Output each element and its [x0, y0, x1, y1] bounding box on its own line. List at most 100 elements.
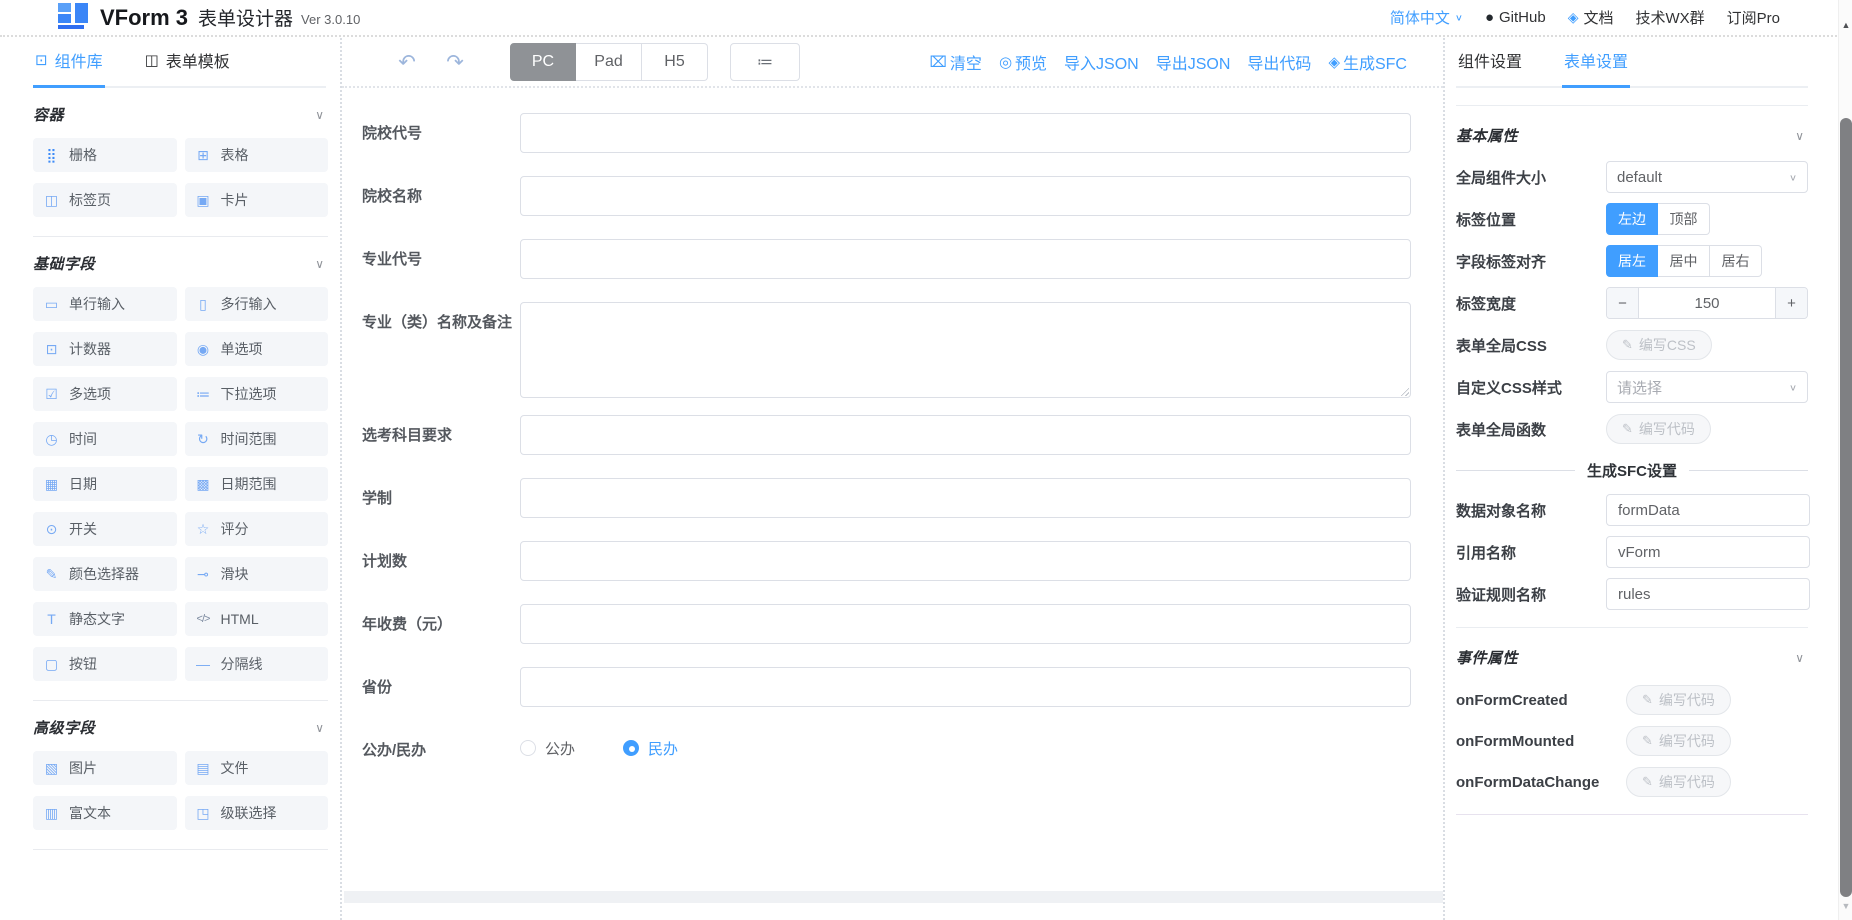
collapse-chevron-icon[interactable]: ∨ — [1795, 129, 1808, 143]
ref-name-input[interactable] — [1606, 536, 1810, 568]
tab-widget-settings[interactable]: 组件设置 — [1456, 48, 1524, 88]
widget-item-checkbox[interactable]: ☑ 多选项 — [33, 377, 177, 411]
widget-size-select[interactable]: default ∨ — [1606, 161, 1808, 193]
node-tree-button[interactable]: ≔ — [730, 43, 800, 81]
widget-item-static-text[interactable]: T 静态文字 — [33, 602, 177, 636]
docs-link[interactable]: ◈ 文档 — [1568, 7, 1614, 28]
widget-item-time-range[interactable]: ↻ 时间范围 — [185, 422, 329, 456]
page-scrollbar[interactable]: ▲ ▼ — [1838, 0, 1852, 920]
collapse-chevron-icon[interactable]: ∨ — [315, 108, 328, 122]
edit-on-form-created-button[interactable]: ✎ 编写代码 — [1626, 685, 1731, 715]
subscribe-pro-link[interactable]: 订阅Pro — [1727, 7, 1780, 28]
device-h5-button[interactable]: H5 — [642, 43, 708, 81]
collapse-chevron-icon[interactable]: ∨ — [315, 721, 328, 735]
widget-item-rate[interactable]: ☆ 评分 — [185, 512, 329, 546]
tab-widget-library[interactable]: ⊡ 组件库 — [33, 48, 105, 88]
label-align-left-button[interactable]: 居左 — [1606, 245, 1658, 277]
widget-item-date-range[interactable]: ▩ 日期范围 — [185, 467, 329, 501]
import-json-button[interactable]: 导入JSON — [1064, 50, 1139, 74]
collapse-chevron-icon[interactable]: ∨ — [1795, 651, 1808, 665]
prop-row-ref-name: 引用名称 — [1456, 536, 1808, 568]
widget-item-html[interactable]: </> HTML — [185, 602, 329, 636]
rules-name-input[interactable] — [1606, 578, 1810, 610]
field-input[interactable] — [520, 604, 1411, 644]
form-canvas[interactable]: 院校代号 院校名称 专业代号 专业（类）名称及备注 选考科目要求 — [344, 90, 1443, 891]
wx-group-label: 技术WX群 — [1635, 7, 1704, 28]
scroll-down-arrow-icon[interactable]: ▼ — [1839, 901, 1852, 911]
textarea-icon: ▯ — [195, 296, 212, 313]
field-input[interactable] — [520, 415, 1411, 455]
widget-item-card[interactable]: ▣ 卡片 — [185, 183, 329, 217]
widget-item-date[interactable]: ▦ 日期 — [33, 467, 177, 501]
checkbox-icon: ☑ — [43, 386, 60, 403]
edit-functions-button[interactable]: ✎ 编写代码 — [1606, 414, 1711, 444]
label-position-top-button[interactable]: 顶部 — [1658, 203, 1710, 235]
widget-item-divider[interactable]: — 分隔线 — [185, 647, 329, 681]
widget-item-radio[interactable]: ◉ 单选项 — [185, 332, 329, 366]
device-pad-button[interactable]: Pad — [576, 43, 642, 81]
label-align-center-button[interactable]: 居中 — [1658, 245, 1710, 277]
radio-option-public[interactable]: 公办 — [520, 738, 575, 759]
redo-icon[interactable]: ↷ — [442, 50, 468, 75]
tab-form-settings[interactable]: 表单设置 — [1562, 48, 1630, 88]
collapse-chevron-icon[interactable]: ∨ — [315, 257, 328, 271]
widget-item-counter[interactable]: ⊡ 计数器 — [33, 332, 177, 366]
scrollbar-thumb[interactable] — [1840, 118, 1852, 897]
widget-item-color-picker[interactable]: ✎ 颜色选择器 — [33, 557, 177, 591]
widget-item-single-input[interactable]: ▭ 单行输入 — [33, 287, 177, 321]
widget-item-button[interactable]: ▢ 按钮 — [33, 647, 177, 681]
stepper-minus-button[interactable]: − — [1607, 288, 1639, 318]
field-input[interactable] — [520, 113, 1411, 153]
widget-item-time[interactable]: ◷ 时间 — [33, 422, 177, 456]
label-position-left-button[interactable]: 左边 — [1606, 203, 1658, 235]
custom-css-select[interactable]: 请选择 ∨ — [1606, 371, 1808, 403]
field-input[interactable] — [520, 176, 1411, 216]
scroll-up-arrow-icon[interactable]: ▲ — [1839, 20, 1852, 30]
field-input[interactable] — [520, 541, 1411, 581]
field-input[interactable] — [520, 667, 1411, 707]
widget-item-grid[interactable]: ⣿ 栅格 — [33, 138, 177, 172]
widget-item-multi-input[interactable]: ▯ 多行输入 — [185, 287, 329, 321]
generate-sfc-button[interactable]: ◈ 生成SFC — [1328, 50, 1407, 74]
section-title: 高级字段 — [33, 717, 95, 738]
export-code-label: 导出代码 — [1247, 50, 1311, 74]
label-width-value[interactable]: 150 — [1639, 288, 1775, 318]
field-textarea[interactable] — [520, 302, 1411, 398]
widget-item-slider[interactable]: ⊸ 滑块 — [185, 557, 329, 591]
edit-css-button[interactable]: ✎ 编写CSS — [1606, 330, 1712, 360]
wx-group-link[interactable]: 技术WX群 — [1635, 7, 1704, 28]
label-align-right-button[interactable]: 居右 — [1710, 245, 1762, 277]
field-input[interactable] — [520, 478, 1411, 518]
widget-item-label: 表格 — [221, 145, 249, 165]
docs-layers-icon: ◈ — [1568, 9, 1579, 26]
widget-item-tab-page[interactable]: ◫ 标签页 — [33, 183, 177, 217]
field-input[interactable] — [520, 239, 1411, 279]
widget-item-picture[interactable]: ▧ 图片 — [33, 751, 177, 785]
stepper-plus-button[interactable]: + — [1775, 288, 1807, 318]
preview-button[interactable]: ◎ 预览 — [999, 50, 1047, 74]
widget-item-cascader[interactable]: ◳ 级联选择 — [185, 796, 329, 830]
export-json-button[interactable]: 导出JSON — [1156, 50, 1231, 74]
settings-tabs: 组件设置 表单设置 — [1456, 38, 1808, 88]
clear-button[interactable]: ⌧ 清空 — [930, 50, 982, 74]
data-object-name-input[interactable] — [1606, 494, 1810, 526]
widget-item-table[interactable]: ⊞ 表格 — [185, 138, 329, 172]
language-select[interactable]: 简体中文 ∨ — [1390, 7, 1463, 28]
github-link[interactable]: ● GitHub — [1485, 9, 1546, 26]
form-field-row: 院校代号 — [352, 113, 1423, 153]
prop-row-data-object: 数据对象名称 — [1456, 494, 1808, 526]
radio-option-private[interactable]: 民办 — [623, 738, 678, 759]
undo-icon[interactable]: ↶ — [394, 50, 420, 75]
device-pc-button[interactable]: PC — [510, 43, 576, 81]
picture-icon: ▧ — [43, 760, 60, 777]
widget-item-select[interactable]: ≔ 下拉选项 — [185, 377, 329, 411]
basic-widget-grid: ▭ 单行输入 ▯ 多行输入 ⊡ 计数器 ◉ 单选项 ☑ 多选项 — [33, 287, 328, 681]
tab-form-template[interactable]: ◫ 表单模板 — [143, 48, 232, 88]
widget-item-file[interactable]: ▤ 文件 — [185, 751, 329, 785]
widget-item-rich-editor[interactable]: ▥ 富文本 — [33, 796, 177, 830]
widget-item-switch[interactable]: ⊙ 开关 — [33, 512, 177, 546]
widget-item-label: 颜色选择器 — [69, 564, 139, 584]
edit-on-form-mounted-button[interactable]: ✎ 编写代码 — [1626, 726, 1731, 756]
edit-on-form-data-change-button[interactable]: ✎ 编写代码 — [1626, 767, 1731, 797]
export-code-button[interactable]: 导出代码 — [1247, 50, 1311, 74]
